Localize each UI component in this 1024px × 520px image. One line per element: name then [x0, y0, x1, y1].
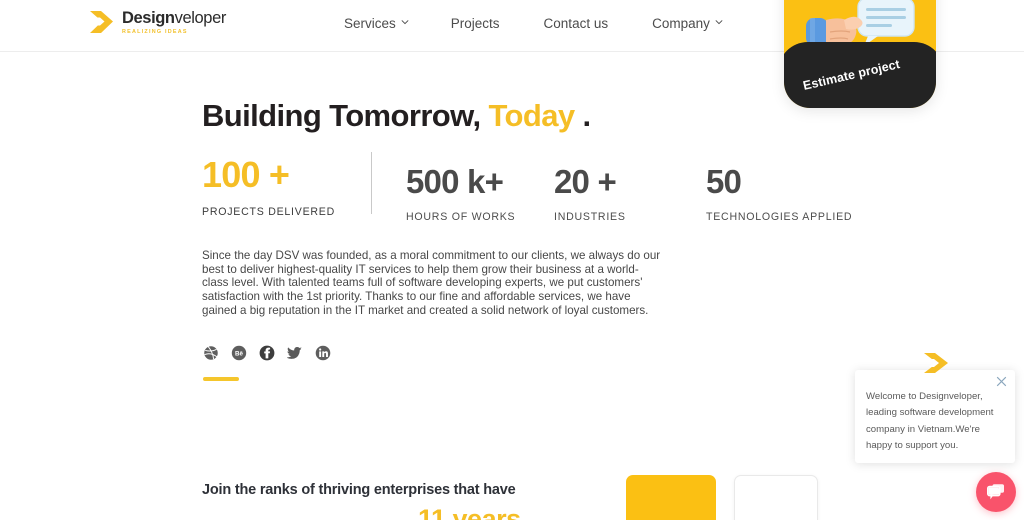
twitter-icon[interactable] — [287, 345, 303, 361]
hero-paragraph: Since the day DSV was founded, as a mora… — [202, 249, 661, 317]
brand-name-light: veloper — [174, 9, 227, 28]
main-navigation: Services Projects Contact us Company — [344, 16, 723, 31]
nav-label-services: Services — [344, 16, 396, 31]
brand-tagline: REALIZING IDEAS — [122, 28, 188, 35]
nav-label-company: Company — [652, 16, 710, 31]
page-root: Designveloper REALIZING IDEAS Services P… — [0, 0, 1024, 520]
nav-item-projects[interactable]: Projects — [451, 16, 500, 31]
stat-industries: 20 + INDUSTRIES — [554, 165, 626, 223]
chat-welcome-popup: Welcome to Designveloper, leading softwa… — [855, 353, 1015, 463]
brand-text: Designveloper REALIZING IDEAS — [122, 9, 226, 35]
bottom-section-years: 11 years — [418, 504, 521, 520]
brand-name: Designveloper — [122, 10, 226, 27]
nav-item-services[interactable]: Services — [344, 16, 409, 31]
chat-open-button[interactable] — [976, 472, 1016, 512]
stat-label: HOURS OF WORKS — [406, 211, 516, 223]
nav-label-contact-us: Contact us — [543, 16, 609, 31]
chat-bubbles-icon — [986, 484, 1004, 500]
stat-hours-of-works: 500 k+ HOURS OF WORKS — [406, 165, 515, 223]
designveloper-chevron-logo-icon — [88, 9, 115, 35]
dribbble-icon[interactable] — [203, 345, 219, 361]
stat-label: INDUSTRIES — [554, 211, 626, 223]
behance-icon[interactable]: Bē — [231, 345, 247, 361]
bottom-section-heading: Join the ranks of thriving enterprises t… — [202, 482, 516, 498]
stat-value: 500 k+ — [406, 163, 504, 200]
designveloper-chevron-logo-icon — [921, 350, 951, 376]
hero-title-accent: Today — [488, 98, 576, 133]
partner-card-white[interactable] — [734, 475, 818, 520]
stat-value: 100 + — [202, 154, 290, 195]
hero-title-dot: . — [582, 98, 592, 133]
nav-item-company[interactable]: Company — [652, 16, 723, 31]
stat-technologies-applied: 50 TECHNOLOGIES APPLIED — [706, 165, 852, 223]
chat-welcome-message: Welcome to Designveloper, leading softwa… — [866, 391, 994, 451]
nav-label-projects: Projects — [450, 16, 500, 31]
svg-text:Bē: Bē — [235, 350, 243, 357]
stat-value: 20 + — [554, 163, 617, 200]
close-icon[interactable] — [996, 376, 1007, 387]
hero-title: Building Tomorrow, Today . — [202, 97, 591, 134]
stats-row: 100 + PROJECTS DELIVERED 500 k+ HOURS OF… — [202, 152, 902, 223]
stat-value: 50 — [706, 163, 742, 200]
nav-item-contact-us[interactable]: Contact us — [544, 16, 609, 31]
stats-divider — [371, 152, 372, 214]
estimate-project-button[interactable]: Estimate project — [784, 0, 936, 108]
accent-underline-bar — [203, 377, 239, 381]
social-links: Bē — [203, 345, 331, 361]
chevron-down-icon — [401, 18, 409, 26]
stat-projects-delivered: 100 + PROJECTS DELIVERED — [202, 154, 336, 219]
linkedin-icon[interactable] — [315, 345, 331, 361]
brand-logo[interactable]: Designveloper REALIZING IDEAS — [88, 9, 226, 35]
chevron-down-icon — [715, 18, 723, 26]
partner-card-yellow[interactable] — [626, 475, 716, 520]
stat-label: PROJECTS DELIVERED — [202, 206, 336, 218]
facebook-icon[interactable] — [259, 345, 275, 361]
brand-name-bold: Design — [122, 9, 175, 28]
hero-title-main: Building Tomorrow, — [202, 98, 481, 133]
stat-label: TECHNOLOGIES APPLIED — [706, 211, 853, 223]
estimate-project-footer: Estimate project — [784, 42, 936, 108]
estimate-project-label: Estimate project — [801, 57, 902, 93]
